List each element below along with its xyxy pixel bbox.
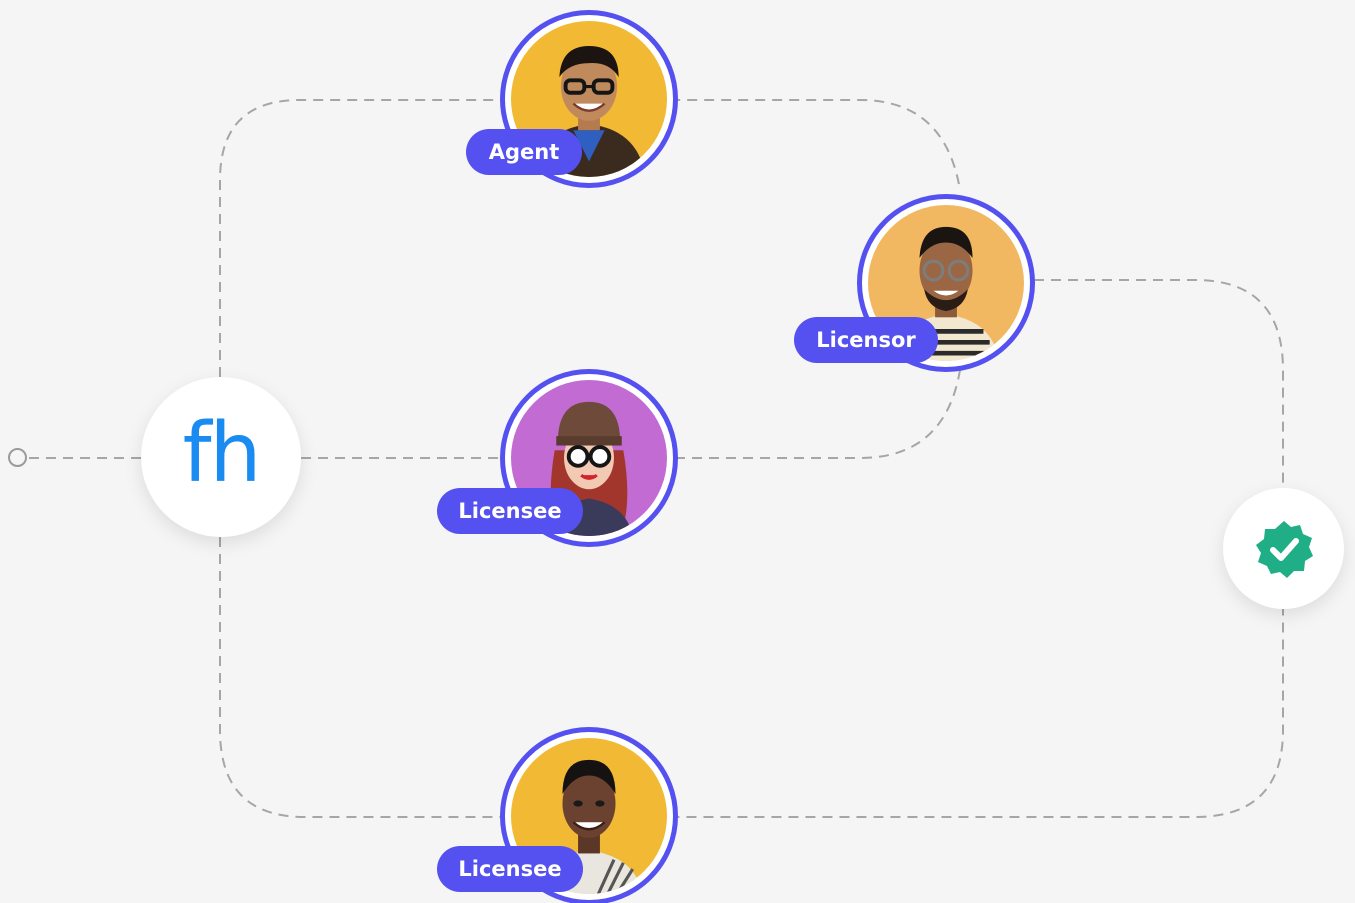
bottom-connector <box>219 537 1284 818</box>
verified-node <box>1223 488 1344 609</box>
role-badge-licensee-middle: Licensee <box>437 488 583 534</box>
company-logo: fh <box>182 406 262 501</box>
role-badge-licensor: Licensor <box>794 317 938 363</box>
role-badge-agent: Agent <box>466 129 582 175</box>
licensor-to-verify-connector <box>1034 279 1284 488</box>
role-badge-licensee-bottom: Licensee <box>437 846 583 892</box>
start-circle-icon <box>8 448 27 467</box>
verified-badge-icon <box>1255 520 1313 578</box>
company-logo-node: fh <box>141 377 301 537</box>
